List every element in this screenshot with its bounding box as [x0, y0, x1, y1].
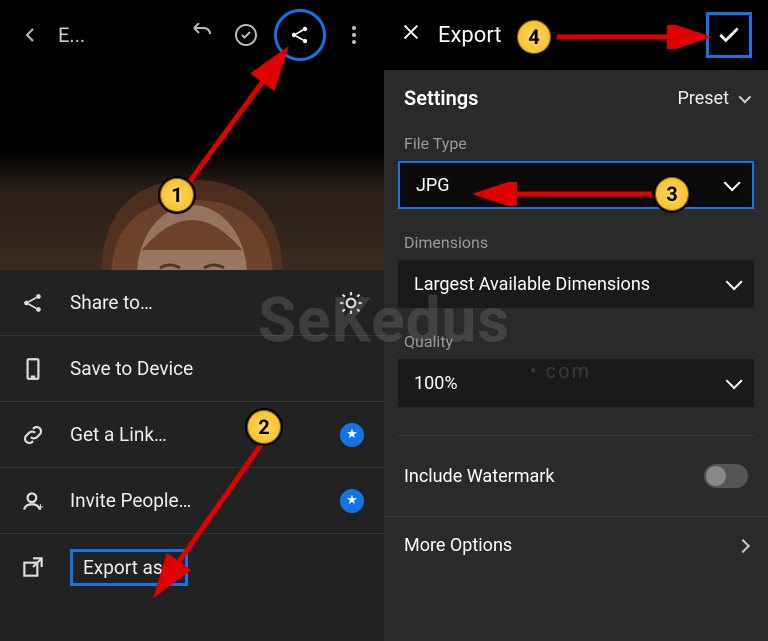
- svg-text:+: +: [37, 500, 43, 513]
- get-a-link-row[interactable]: Get a Link… ★: [0, 402, 384, 468]
- right-screen: Export Settings Preset File Type JPG Dim…: [384, 0, 768, 641]
- close-button[interactable]: [400, 21, 422, 49]
- export-as-label: Export as…: [70, 549, 188, 586]
- more-menu-button[interactable]: [334, 15, 374, 55]
- export-as-row[interactable]: Export as…: [0, 534, 384, 600]
- invite-people-label: Invite People…: [70, 489, 316, 512]
- export-title: Export: [438, 23, 502, 48]
- watermark-toggle[interactable]: [704, 464, 748, 488]
- chevron-down-icon[interactable]: [739, 90, 752, 103]
- edit-label[interactable]: E...: [54, 23, 178, 47]
- link-icon: [20, 422, 46, 448]
- share-button[interactable]: [274, 9, 326, 61]
- annotation-badge-3: 3: [653, 175, 691, 213]
- file-type-label: File Type: [384, 130, 768, 161]
- save-to-device-row[interactable]: Save to Device: [0, 336, 384, 402]
- file-type-dropdown[interactable]: JPG: [398, 161, 754, 209]
- divider: [398, 435, 754, 436]
- premium-badge-icon: ★: [340, 423, 364, 447]
- device-icon: [20, 356, 46, 382]
- share-sheet: Share to… Save to Device Get a Link… ★ +…: [0, 270, 384, 641]
- dimensions-dropdown[interactable]: Largest Available Dimensions: [398, 260, 754, 308]
- quality-value: 100%: [414, 373, 726, 394]
- chevron-down-icon: [726, 273, 743, 290]
- chevron-down-icon: [726, 372, 743, 389]
- save-to-device-label: Save to Device: [70, 357, 364, 380]
- invite-people-icon: +: [20, 488, 46, 514]
- dimensions-label: Dimensions: [384, 229, 768, 260]
- premium-badge-icon: ★: [340, 489, 364, 513]
- left-screen: E... Share to…: [0, 0, 384, 641]
- photo-preview: [0, 70, 384, 270]
- export-icon: [20, 554, 46, 580]
- left-toolbar: E...: [0, 0, 384, 70]
- share-to-row[interactable]: Share to…: [0, 270, 384, 336]
- confirm-button[interactable]: [706, 12, 752, 58]
- approve-button[interactable]: [226, 15, 266, 55]
- annotation-badge-1: 1: [158, 176, 196, 214]
- back-button[interactable]: [10, 15, 50, 55]
- include-watermark-row: Include Watermark: [384, 446, 768, 506]
- preset-label[interactable]: Preset: [677, 88, 729, 109]
- chevron-down-icon: [724, 174, 741, 191]
- export-toolbar: Export: [384, 0, 768, 70]
- settings-title: Settings: [404, 86, 677, 110]
- toggle-knob: [706, 466, 726, 486]
- share-icon: [20, 290, 46, 316]
- dimensions-value: Largest Available Dimensions: [414, 274, 726, 295]
- annotation-badge-2: 2: [245, 408, 283, 446]
- gear-icon[interactable]: [338, 290, 364, 316]
- more-options-row[interactable]: More Options: [384, 516, 768, 574]
- include-watermark-label: Include Watermark: [404, 466, 704, 487]
- invite-people-row[interactable]: + Invite People… ★: [0, 468, 384, 534]
- settings-header: Settings Preset: [384, 70, 768, 130]
- more-options-label: More Options: [404, 535, 738, 556]
- undo-button[interactable]: [182, 15, 222, 55]
- quality-label: Quality: [384, 328, 768, 359]
- share-to-label: Share to…: [70, 291, 314, 314]
- chevron-right-icon: [736, 538, 750, 552]
- annotation-badge-4: 4: [515, 18, 553, 56]
- quality-dropdown[interactable]: 100%: [398, 359, 754, 407]
